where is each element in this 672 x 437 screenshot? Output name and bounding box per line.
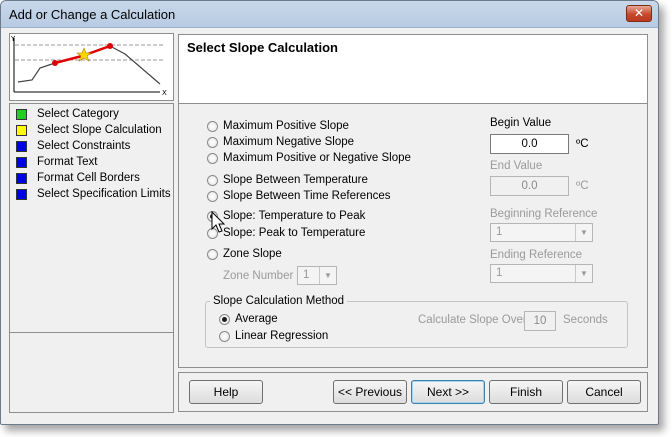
- chevron-down-icon: ▼: [575, 224, 592, 241]
- status-square-icon: [16, 173, 27, 184]
- beginning-reference-value: 1: [496, 226, 503, 238]
- slope-method-legend: Slope Calculation Method: [210, 295, 348, 307]
- window-title: Add or Change a Calculation: [9, 7, 176, 22]
- status-square-icon: [16, 189, 27, 200]
- step-select-category: Select Category: [16, 108, 172, 124]
- label-max-pos-or-neg-slope[interactable]: Maximum Positive or Negative Slope: [223, 152, 411, 164]
- zone-number-value: 1: [303, 269, 310, 281]
- label-average[interactable]: Average: [235, 313, 278, 325]
- slope-thumbnail: Y X: [9, 33, 174, 101]
- end-value-unit: ºC: [576, 180, 589, 192]
- step-format-text: Format Text: [16, 156, 172, 172]
- cancel-button[interactable]: Cancel: [567, 380, 641, 404]
- beginning-reference-label: Beginning Reference: [490, 208, 598, 220]
- label-max-positive-slope[interactable]: Maximum Positive Slope: [223, 120, 349, 132]
- next-button[interactable]: Next >>: [411, 380, 485, 404]
- page-title: Select Slope Calculation: [187, 40, 338, 55]
- sidebar-info-box: [9, 332, 174, 413]
- step-label: Select Constraints: [37, 140, 131, 152]
- header-panel: Select Slope Calculation: [178, 34, 648, 104]
- step-label: Select Category: [37, 108, 119, 120]
- beginning-reference-select[interactable]: 1 ▼: [490, 223, 593, 242]
- label-slope-peak-to-temperature[interactable]: Slope: Peak to Temperature: [223, 227, 365, 239]
- close-icon: ✕: [633, 6, 645, 20]
- mouse-pointer-icon: [211, 211, 226, 233]
- finish-button[interactable]: Finish: [489, 380, 563, 404]
- thumb-x-label: X: [162, 89, 167, 97]
- radio-average[interactable]: [219, 314, 230, 325]
- label-max-negative-slope[interactable]: Maximum Negative Slope: [223, 136, 354, 148]
- begin-value-unit: ºC: [576, 138, 589, 150]
- end-value-input[interactable]: 0.0: [490, 176, 569, 196]
- label-slope-between-temperature[interactable]: Slope Between Temperature: [223, 174, 368, 186]
- ending-reference-select[interactable]: 1 ▼: [490, 264, 593, 283]
- radio-zone-slope[interactable]: [207, 249, 218, 260]
- radio-slope-between-temperature[interactable]: [207, 175, 218, 186]
- zone-number-label: Zone Number: [223, 270, 294, 282]
- ending-reference-value: 1: [496, 267, 503, 279]
- chevron-down-icon: ▼: [319, 267, 336, 284]
- begin-value-input[interactable]: 0.0: [490, 134, 569, 154]
- step-format-cell-borders: Format Cell Borders: [16, 172, 172, 188]
- thumb-y-label: Y: [10, 35, 16, 43]
- label-linear-regression[interactable]: Linear Regression: [235, 330, 328, 342]
- radio-linear-regression[interactable]: [219, 331, 230, 342]
- status-square-icon: [16, 125, 27, 136]
- end-value-label: End Value: [490, 160, 543, 172]
- radio-slope-between-time-references[interactable]: [207, 191, 218, 202]
- previous-button[interactable]: << Previous: [333, 380, 407, 404]
- status-square-icon: [16, 157, 27, 168]
- ending-reference-label: Ending Reference: [490, 249, 583, 261]
- step-select-slope-calculation: Select Slope Calculation: [16, 124, 172, 140]
- slope-chart-icon: Y X: [10, 35, 167, 97]
- status-square-icon: [16, 109, 27, 120]
- radio-max-pos-or-neg-slope[interactable]: [207, 153, 218, 164]
- step-select-constraints: Select Constraints: [16, 140, 172, 156]
- step-label: Select Specification Limits: [37, 188, 171, 200]
- close-button[interactable]: ✕: [626, 5, 652, 22]
- calc-slope-over-unit: Seconds: [563, 314, 608, 326]
- radio-max-positive-slope[interactable]: [207, 121, 218, 132]
- step-label: Format Text: [37, 156, 98, 168]
- help-button[interactable]: Help: [189, 380, 263, 404]
- zone-number-select[interactable]: 1 ▼: [297, 266, 337, 285]
- calc-slope-over-input[interactable]: 10: [524, 311, 556, 331]
- begin-value-label: Begin Value: [490, 117, 552, 129]
- status-square-icon: [16, 141, 27, 152]
- step-label: Select Slope Calculation: [37, 124, 162, 136]
- wizard-steps: Select Category Select Slope Calculation…: [9, 103, 174, 363]
- label-slope-between-time-references[interactable]: Slope Between Time References: [223, 190, 390, 202]
- label-zone-slope[interactable]: Zone Slope: [223, 248, 282, 260]
- label-slope-temperature-to-peak[interactable]: Slope: Temperature to Peak: [223, 210, 365, 222]
- step-select-specification-limits: Select Specification Limits: [16, 188, 172, 204]
- chevron-down-icon: ▼: [575, 265, 592, 282]
- calc-slope-over-label: Calculate Slope Over: [418, 314, 527, 326]
- step-label: Format Cell Borders: [37, 172, 140, 184]
- wizard-sidebar: Y X Select Category Select Slope Calcula…: [9, 33, 174, 413]
- radio-max-negative-slope[interactable]: [207, 137, 218, 148]
- title-bar[interactable]: Add or Change a Calculation ✕: [1, 1, 658, 28]
